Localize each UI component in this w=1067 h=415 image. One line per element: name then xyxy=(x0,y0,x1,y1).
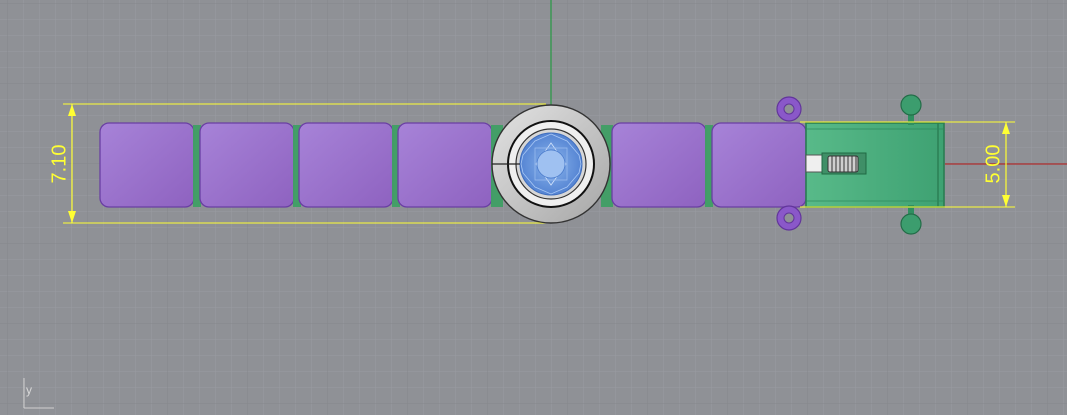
ball-pin-icon[interactable] xyxy=(900,94,922,116)
bracelet-link[interactable] xyxy=(711,122,807,208)
ring-loop-inner xyxy=(783,103,795,115)
axis-indicator-label: y xyxy=(26,383,32,397)
viewport-canvas[interactable]: 7.10 5.00 y xyxy=(0,0,1067,415)
gem-table xyxy=(536,149,566,179)
right-dimension-label[interactable]: 5.00 xyxy=(982,145,1004,184)
left-dimension-label[interactable]: 7.10 xyxy=(48,145,70,184)
ring-loop-inner xyxy=(783,212,795,224)
clasp-tongue xyxy=(805,154,825,173)
bracelet-link[interactable] xyxy=(298,122,394,208)
center-gem-setting[interactable] xyxy=(491,104,611,224)
ball-pin-icon[interactable] xyxy=(900,213,922,235)
bracelet-link[interactable] xyxy=(199,122,295,208)
clasp[interactable] xyxy=(805,122,945,208)
bracelet-link[interactable] xyxy=(397,122,493,208)
bracelet-link[interactable] xyxy=(611,122,707,208)
rhino-viewport-top[interactable]: 7.10 5.00 y xyxy=(0,0,1067,415)
bracelet-links[interactable] xyxy=(99,122,807,208)
bracelet-link[interactable] xyxy=(99,122,195,208)
